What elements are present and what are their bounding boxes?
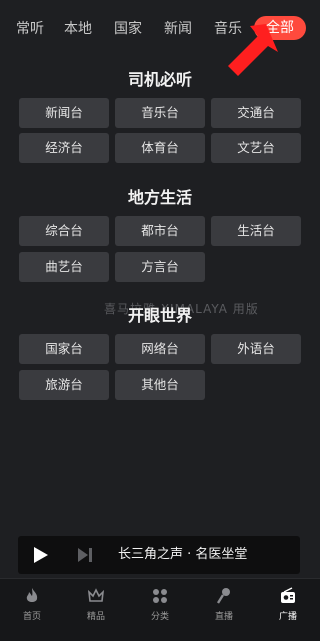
station-category-button[interactable]: 新闻台: [19, 98, 109, 128]
crown-icon: [87, 588, 105, 602]
tab-local[interactable]: 本地: [64, 18, 92, 38]
station-category-button[interactable]: 综合台: [19, 216, 109, 246]
station-category-button[interactable]: 外语台: [211, 334, 301, 364]
play-icon[interactable]: [34, 547, 48, 563]
microphone-icon: [216, 588, 230, 604]
skip-next-icon[interactable]: [78, 548, 92, 562]
nav-label-category: 分类: [150, 612, 169, 622]
nav-live[interactable]: 直播: [192, 587, 256, 622]
top-tab-bar: 常听 本地 国家 新闻 音乐 全部: [0, 0, 320, 76]
station-category-button[interactable]: 文艺台: [211, 133, 301, 163]
flame-icon: [26, 588, 38, 602]
tab-changting[interactable]: 常听: [16, 18, 44, 38]
radio-icon: [281, 587, 295, 603]
grid-icon: [153, 589, 167, 603]
nav-label-home: 首页: [22, 612, 41, 622]
station-category-button[interactable]: 国家台: [19, 334, 109, 364]
bottom-nav: 首页 精品 分类 直播 广播: [0, 578, 320, 641]
station-category-button[interactable]: 方言台: [115, 252, 205, 282]
mini-player[interactable]: 长三角之声 · 名医坐堂: [18, 536, 300, 574]
nav-label-radio: 广播: [278, 612, 297, 622]
station-category-button[interactable]: 生活台: [211, 216, 301, 246]
section-title-world: 开眼世界: [127, 306, 192, 325]
station-category-button[interactable]: 旅游台: [19, 370, 109, 400]
station-category-button[interactable]: 都市台: [115, 216, 205, 246]
section-title-driver: 司机必听: [127, 70, 192, 89]
section-title-local-life: 地方生活: [127, 188, 192, 207]
tab-news[interactable]: 新闻: [164, 18, 192, 38]
nav-radio[interactable]: 广播: [256, 587, 320, 622]
now-playing-title[interactable]: 长三角之声 · 名医坐堂: [118, 536, 247, 574]
station-category-button[interactable]: 网络台: [115, 334, 205, 364]
nav-label-premium: 精品: [86, 612, 105, 622]
station-category-button[interactable]: 交通台: [211, 98, 301, 128]
station-category-button[interactable]: 经济台: [19, 133, 109, 163]
nav-label-live: 直播: [214, 612, 233, 622]
station-category-button[interactable]: 体育台: [115, 133, 205, 163]
station-category-button[interactable]: 其他台: [115, 370, 205, 400]
station-category-button[interactable]: 音乐台: [115, 98, 205, 128]
tab-national[interactable]: 国家: [114, 18, 142, 38]
nav-home[interactable]: 首页: [0, 587, 64, 622]
nav-category[interactable]: 分类: [128, 587, 192, 622]
nav-premium[interactable]: 精品: [64, 587, 128, 622]
station-category-button[interactable]: 曲艺台: [19, 252, 109, 282]
